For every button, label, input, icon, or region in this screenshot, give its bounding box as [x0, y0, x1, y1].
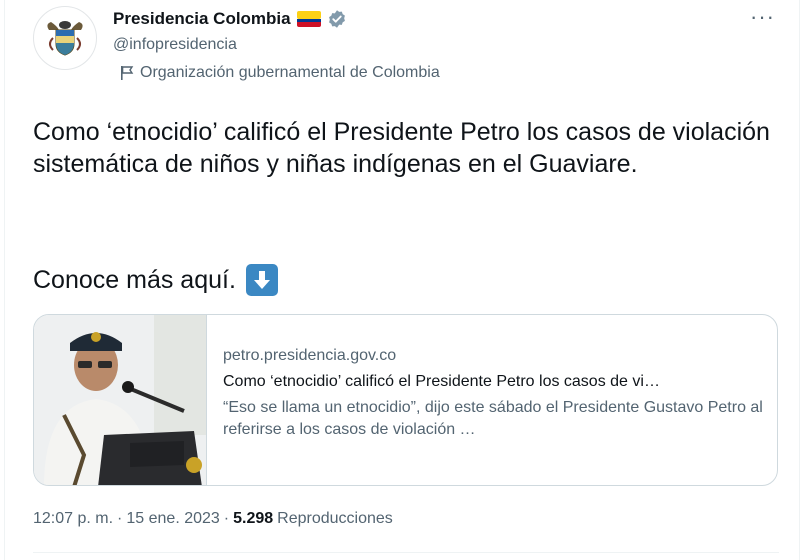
link-preview-card[interactable]: petro.presidencia.gov.co Como ‘etnocidio…: [33, 314, 778, 486]
colombia-flag-icon: [296, 11, 321, 27]
affiliation-label: Organización gubernamental de Colombia: [120, 64, 440, 82]
account-names: Presidencia Colombia @infopresidencia: [113, 8, 347, 54]
meta-separator: ·: [223, 510, 230, 527]
tweet-cta: Conoce más aquí.: [33, 264, 278, 296]
meta-separator: ·: [117, 510, 123, 527]
divider: [33, 552, 779, 553]
verified-badge-icon: [328, 10, 345, 28]
affiliation-text[interactable]: Organización gubernamental de Colombia: [140, 64, 440, 82]
president-photo-icon: [34, 315, 206, 485]
display-name[interactable]: Presidencia Colombia: [113, 9, 291, 29]
link-card-title: Como ‘etnocidio’ calificó el Presidente …: [223, 373, 660, 390]
avatar[interactable]: [33, 6, 97, 70]
account-handle[interactable]: @infopresidencia: [113, 36, 347, 54]
link-card-thumbnail: [34, 315, 207, 485]
tweet-date[interactable]: 15 ene. 2023: [126, 510, 219, 528]
link-card-domain: petro.presidencia.gov.co: [223, 347, 397, 364]
link-card-body: petro.presidencia.gov.co Como ‘etnocidio…: [207, 315, 777, 485]
tweet-meta: 12:07 p. m. · 15 ene. 2023 · 5.298 Repro…: [33, 510, 393, 528]
link-card-description: “Eso se llama un etnocidio”, dijo este s…: [223, 399, 763, 438]
down-arrow-emoji-icon: [245, 264, 278, 296]
tweet-container: Presidencia Colombia @infopresidencia Or…: [4, 0, 800, 560]
tweet-time[interactable]: 12:07 p. m.: [33, 510, 113, 528]
tweet-text: Como ‘etnocidio’ calificó el Presidente …: [33, 118, 777, 178]
more-options-icon[interactable]: ···: [750, 6, 775, 28]
view-count-label[interactable]: Reproducciones: [277, 510, 393, 528]
coat-of-arms-icon: [47, 21, 83, 56]
tweet-header: Presidencia Colombia @infopresidencia Or…: [33, 6, 779, 92]
cta-text: Conoce más aquí.: [33, 266, 236, 294]
flag-icon: [121, 66, 134, 80]
view-count[interactable]: 5.298: [233, 510, 273, 528]
